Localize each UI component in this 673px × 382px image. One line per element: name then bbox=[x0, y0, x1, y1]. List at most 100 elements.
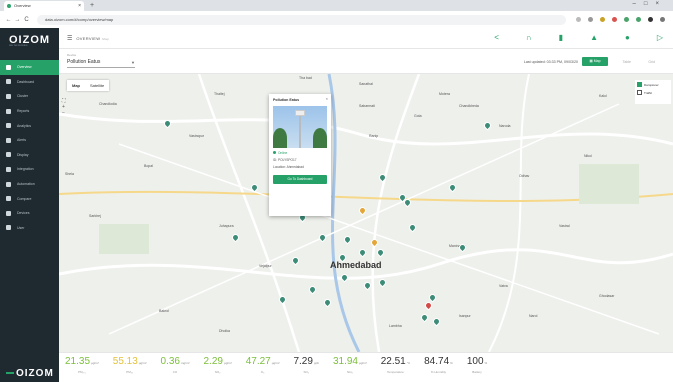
place-label: Chandlodia bbox=[99, 102, 117, 106]
user-icon bbox=[6, 225, 11, 231]
user-icon[interactable]: ● bbox=[625, 34, 630, 42]
window-controls[interactable]: –□× bbox=[633, 1, 667, 7]
filter-bar: Device Pollution Eatus ▼ Last updated: 0… bbox=[59, 49, 673, 74]
profile-icon[interactable] bbox=[648, 17, 653, 22]
map-zoom-controls[interactable]: ⛶ + − bbox=[62, 98, 66, 116]
sidebar-item-reports[interactable]: Reports bbox=[0, 104, 59, 119]
book-icon[interactable]: ▮ bbox=[559, 34, 563, 42]
parameter-number: 47.27 bbox=[245, 356, 271, 367]
chevron-down-icon: ▼ bbox=[131, 60, 135, 65]
parameter-number: 84.74 bbox=[424, 356, 450, 367]
parameter-label: PM₁₀ bbox=[126, 370, 134, 374]
parameter-stat: 55.13µg/m³ PM₁₀ bbox=[113, 356, 147, 374]
place-label: Ghodasar bbox=[599, 294, 615, 298]
extension-icon[interactable] bbox=[588, 17, 593, 22]
map-view-label: Map bbox=[593, 59, 601, 63]
sidebar-item-label: Compare bbox=[17, 196, 32, 201]
display-icon bbox=[6, 152, 11, 158]
popup-title: Pollution Eatus bbox=[273, 98, 300, 102]
extension-icon[interactable] bbox=[636, 17, 641, 22]
parameter-unit: % bbox=[450, 361, 453, 365]
url-field[interactable]: data.oizom.com/#/comp/overview/map bbox=[37, 14, 566, 25]
grid-view-button[interactable]: Grid bbox=[648, 60, 655, 64]
map-type-map[interactable]: Map bbox=[67, 80, 85, 91]
place-label: Sarkhej bbox=[89, 214, 101, 218]
sidebar-item-alerts[interactable]: Alerts bbox=[0, 133, 59, 148]
parameter-unit: ppb bbox=[313, 361, 319, 365]
close-tab-icon[interactable]: × bbox=[78, 1, 81, 11]
map-legend: Dampioner Traffic bbox=[635, 80, 671, 104]
parameter-label: Battery bbox=[472, 370, 482, 374]
browser-tab-title: Overview bbox=[14, 3, 31, 8]
parameter-stat: 31.94µg/m³ NH₃ bbox=[333, 356, 367, 374]
place-label: Vatva bbox=[499, 284, 508, 288]
sidebar-item-analytics[interactable]: Analytics bbox=[0, 118, 59, 133]
sidebar-item-devices[interactable]: Devices bbox=[0, 206, 59, 221]
bell-icon bbox=[6, 137, 11, 143]
new-tab-icon[interactable]: + bbox=[90, 1, 94, 11]
legend-item[interactable]: Dampioner bbox=[637, 82, 669, 87]
bell-icon[interactable]: ▲ bbox=[590, 34, 598, 42]
checkbox-icon[interactable] bbox=[637, 82, 642, 87]
device-select-value: Pollution Eatus bbox=[67, 59, 101, 65]
parameter-stat: 100% Battery bbox=[467, 356, 487, 374]
place-label: Shela bbox=[65, 172, 74, 176]
parameter-label: CO bbox=[172, 370, 178, 374]
address-bar-row: ← → C data.oizom.com/#/comp/overview/map bbox=[0, 11, 673, 28]
parameter-stat: 2.29µg/m³ NO₂ bbox=[204, 356, 232, 374]
place-label: Tha bad bbox=[299, 76, 312, 80]
close-icon[interactable]: × bbox=[326, 96, 328, 101]
integration-icon bbox=[6, 166, 11, 172]
checkbox-icon[interactable] bbox=[637, 90, 642, 95]
place-label: Thaltej bbox=[214, 92, 225, 96]
logout-icon[interactable]: ▷ bbox=[657, 34, 663, 42]
parameter-label: PM₂.₅ bbox=[78, 370, 86, 374]
parameter-number: 0.36 bbox=[160, 356, 180, 367]
sidebar-item-user[interactable]: User bbox=[0, 221, 59, 236]
table-view-button[interactable]: Table bbox=[623, 60, 631, 64]
sidebar-item-label: Dashboard bbox=[17, 79, 35, 84]
parameter-value: 31.94µg/m³ bbox=[333, 356, 367, 369]
sidebar-item-compare[interactable]: Compare bbox=[0, 191, 59, 206]
sidebar-item-label: Integration bbox=[17, 167, 34, 172]
device-select[interactable]: Pollution Eatus ▼ bbox=[67, 58, 135, 68]
bookmark-icon[interactable] bbox=[576, 17, 581, 22]
extension-icon[interactable] bbox=[612, 17, 617, 22]
sidebar-item-integration[interactable]: Integration bbox=[0, 162, 59, 177]
map-canvas[interactable]: Map Satellite ⛶ + − Dampioner Traffic Ahme… bbox=[59, 74, 673, 352]
parameter-number: 100 bbox=[466, 356, 484, 367]
place-label: Kalol bbox=[599, 94, 607, 98]
analytics-icon bbox=[6, 123, 11, 129]
device-select-label: Device bbox=[67, 53, 77, 57]
place-label: Lambha bbox=[389, 324, 402, 328]
globe-icon bbox=[6, 64, 11, 70]
browser-tab[interactable]: Overview × bbox=[4, 1, 84, 11]
share-icon[interactable]: < bbox=[494, 34, 499, 42]
go-to-dashboard-button[interactable]: Go To Dashboard bbox=[273, 175, 327, 184]
sidebar-item-cluster[interactable]: Cluster bbox=[0, 89, 59, 104]
extension-icon[interactable] bbox=[600, 17, 605, 22]
parameter-value: 21.35µg/m³ bbox=[65, 356, 99, 369]
sidebar-item-label: Cluster bbox=[17, 94, 29, 99]
extension-icon[interactable] bbox=[624, 17, 629, 22]
sidebar-item-display[interactable]: Display bbox=[0, 148, 59, 163]
parameter-label: Temperature bbox=[387, 370, 404, 374]
header-actions: < ∩ ▮ ▲ ● ▷ bbox=[494, 34, 663, 42]
place-label: Vejalpur bbox=[259, 264, 272, 268]
parameter-value: 47.27µg/m³ bbox=[246, 356, 280, 369]
sidebar-item-dashboard[interactable]: Dashboard bbox=[0, 75, 59, 90]
sidebar-item-overview[interactable]: Overview bbox=[0, 60, 59, 75]
map-type-satellite[interactable]: Satellite bbox=[85, 80, 109, 91]
forward-icon[interactable]: → bbox=[13, 17, 22, 23]
reload-icon[interactable]: C bbox=[22, 17, 31, 23]
hamburger-icon[interactable]: ☰ bbox=[67, 35, 72, 42]
map-view-button[interactable]: ▦ Map bbox=[582, 57, 608, 66]
sidebar-item-automation[interactable]: Automation bbox=[0, 177, 59, 192]
headset-icon[interactable]: ∩ bbox=[526, 34, 532, 42]
last-updated-text: Last updated: 03:33 PM, 09/03/20 bbox=[523, 60, 578, 64]
legend-item[interactable]: Traffic bbox=[637, 90, 669, 95]
back-icon[interactable]: ← bbox=[4, 17, 13, 23]
menu-icon[interactable] bbox=[660, 17, 665, 22]
parameter-stat: 21.35µg/m³ PM₂.₅ bbox=[65, 356, 99, 374]
logo[interactable]: OIZOM SEE THE INVISIBLE bbox=[0, 28, 59, 50]
